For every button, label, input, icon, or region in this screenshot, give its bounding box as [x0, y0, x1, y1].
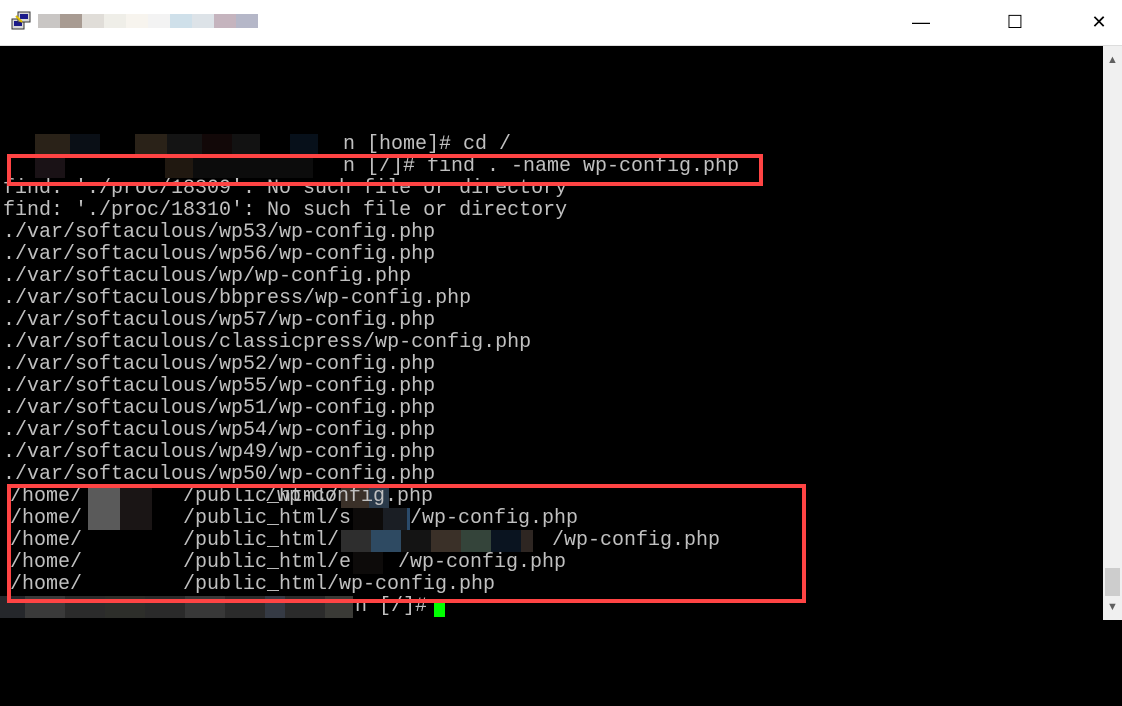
- obscured-hostname: [35, 134, 318, 156]
- result-line: ./var/softaculous/wp49/wp-config.php: [3, 441, 436, 464]
- putty-icon[interactable]: [10, 10, 32, 32]
- result-line: ./var/softaculous/classicpress/wp-config…: [3, 331, 532, 354]
- result-line: ./var/softaculous/wp53/wp-config.php: [3, 221, 436, 244]
- window-title-obscured: [38, 14, 258, 28]
- result-line: ./var/softaculous/wp55/wp-config.php: [3, 375, 436, 398]
- result-line: ./var/softaculous/bbpress/wp-config.php: [3, 287, 472, 310]
- scroll-up-arrow-icon[interactable]: ▲: [1103, 52, 1122, 69]
- error-line: find: './proc/18310': No such file or di…: [3, 199, 568, 222]
- result-line: ./var/softaculous/wp50/wp-config.php: [3, 463, 436, 486]
- prompt-line-cd: n [home]# cd /: [0, 134, 1100, 156]
- minimize-button[interactable]: —: [898, 0, 944, 45]
- result-line: ./var/softaculous/wp57/wp-config.php: [3, 309, 436, 332]
- vertical-scrollbar[interactable]: ▲ ▼: [1103, 46, 1122, 620]
- result-line: ./var/softaculous/wp/wp-config.php: [3, 265, 412, 288]
- scroll-down-arrow-icon[interactable]: ▼: [1103, 599, 1122, 616]
- highlight-home-results: [7, 484, 806, 603]
- close-button[interactable]: ✕: [1076, 0, 1122, 45]
- result-line: ./var/softaculous/wp54/wp-config.php: [3, 419, 436, 442]
- result-line: ./var/softaculous/wp56/wp-config.php: [3, 243, 436, 266]
- command-text: n [home]# cd /: [343, 133, 512, 156]
- terminal-output[interactable]: n [home]# cd / n [/]# find . -name wp-co…: [0, 46, 1103, 620]
- title-bar: — ☐ ✕: [0, 0, 1122, 46]
- result-line: ./var/softaculous/wp51/wp-config.php: [3, 397, 436, 420]
- maximize-button[interactable]: ☐: [992, 0, 1038, 45]
- highlight-find-command: [7, 154, 763, 186]
- scroll-thumb[interactable]: [1105, 568, 1120, 596]
- result-line: ./var/softaculous/wp52/wp-config.php: [3, 353, 436, 376]
